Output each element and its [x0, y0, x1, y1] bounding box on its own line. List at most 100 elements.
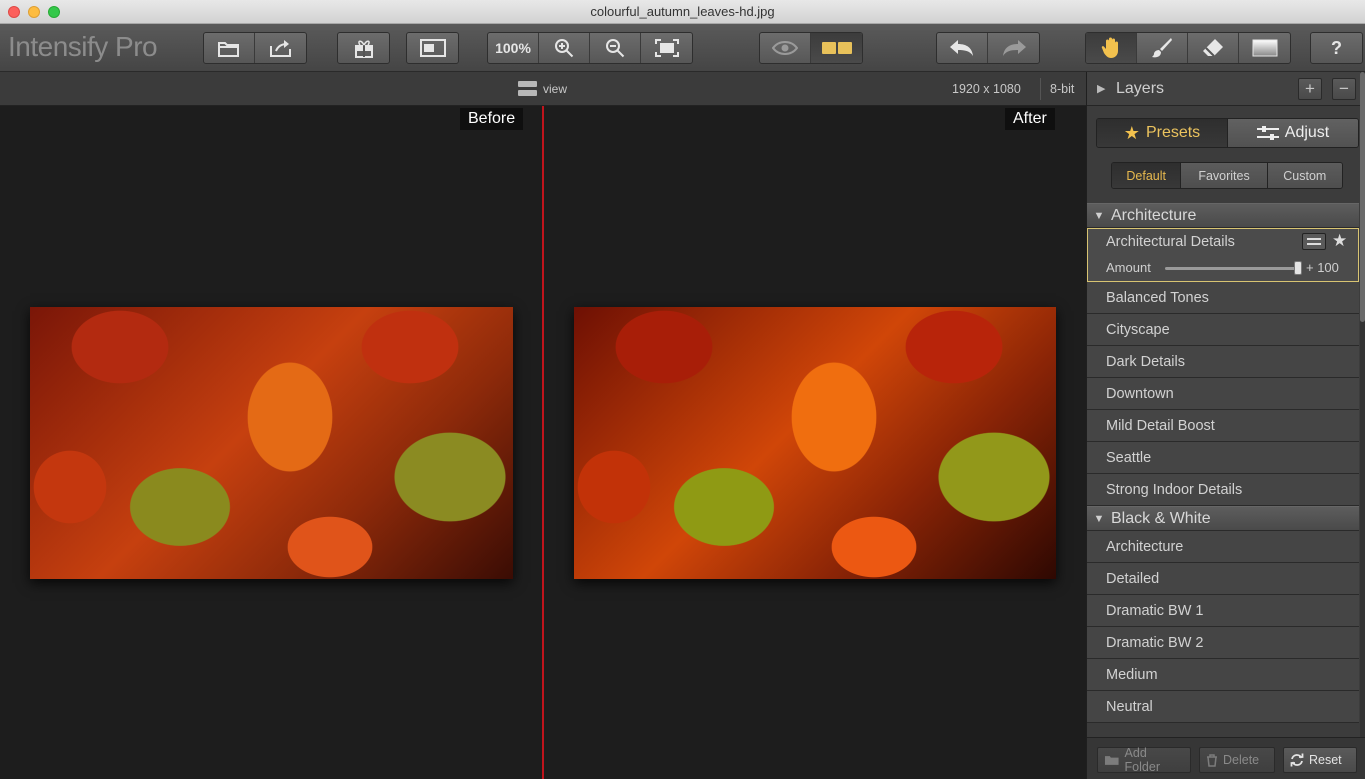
- gradient-icon: [1252, 39, 1277, 57]
- zoom-in-icon: [555, 39, 574, 58]
- gradient-tool-button[interactable]: [1239, 33, 1290, 63]
- preset-item[interactable]: Medium: [1087, 659, 1359, 691]
- share-button[interactable]: [255, 33, 306, 63]
- split-divider[interactable]: [542, 106, 544, 779]
- preview-button[interactable]: [760, 33, 811, 63]
- preset-item[interactable]: Balanced Tones: [1087, 282, 1359, 314]
- category-header-architecture[interactable]: ▼ Architecture: [1087, 203, 1359, 228]
- compare-button-group: [759, 32, 863, 64]
- image-canvas[interactable]: Before After: [0, 106, 1086, 779]
- split-view-button[interactable]: [811, 33, 862, 63]
- view-label: view: [543, 81, 568, 96]
- category-name: Architecture: [1111, 206, 1197, 224]
- scrollbar-thumb[interactable]: [1360, 72, 1365, 322]
- remove-layer-button[interactable]: −: [1332, 78, 1356, 100]
- zoom-out-button[interactable]: [590, 33, 641, 63]
- brush-tool-button[interactable]: [1137, 33, 1188, 63]
- tool-button-group: [1085, 32, 1291, 64]
- after-image: [574, 307, 1056, 579]
- tab-presets-label: Presets: [1145, 124, 1201, 141]
- tab-adjust-label: Adjust: [1284, 124, 1330, 141]
- open-icon: [218, 42, 239, 57]
- redo-icon: [1002, 40, 1026, 56]
- delete-button[interactable]: Delete: [1199, 747, 1275, 773]
- undo-icon: [950, 40, 973, 56]
- star-icon: ★: [1123, 122, 1140, 143]
- info-separator: [1040, 78, 1041, 100]
- tab-presets[interactable]: ★ Presets: [1097, 119, 1227, 147]
- layers-header[interactable]: ▶ Layers + −: [1087, 72, 1365, 106]
- window-title: colourful_autumn_leaves-hd.jpg: [590, 4, 775, 19]
- category-name: Black & White: [1111, 509, 1211, 527]
- eraser-icon: [1203, 39, 1223, 57]
- plus-icon: +: [1305, 79, 1315, 98]
- before-image: [30, 307, 513, 579]
- amount-label: Amount: [1106, 260, 1151, 275]
- refresh-icon: [1290, 753, 1304, 767]
- preset-settings-button[interactable]: [1302, 233, 1326, 250]
- fit-to-screen-button[interactable]: [641, 33, 692, 63]
- add-folder-button[interactable]: Add Folder: [1097, 746, 1191, 774]
- selected-preset-name: Architectural Details: [1106, 234, 1235, 250]
- zoom-100-button[interactable]: 100%: [488, 33, 539, 63]
- hand-tool-button[interactable]: [1086, 33, 1137, 63]
- preset-list-scrollbar[interactable]: [1360, 72, 1365, 737]
- panel-mode-tabs: ★ Presets Adjust: [1096, 118, 1359, 148]
- reset-button[interactable]: Reset: [1283, 747, 1357, 773]
- amount-slider-handle[interactable]: [1294, 261, 1302, 275]
- amount-value: + 100: [1306, 260, 1339, 275]
- help-button-group: ?: [1310, 32, 1363, 64]
- tab-adjust[interactable]: Adjust: [1227, 119, 1358, 147]
- preset-item[interactable]: Dark Details: [1087, 346, 1359, 378]
- share-icon: [269, 40, 291, 57]
- disclosure-down-icon: ▼: [1093, 209, 1105, 222]
- tab-custom[interactable]: Custom: [1266, 163, 1342, 188]
- eye-icon: [772, 41, 798, 55]
- open-button[interactable]: [204, 33, 255, 63]
- preset-list: ▼ Architecture Architectural Details ★ A…: [1087, 203, 1359, 737]
- zoom-in-button[interactable]: [539, 33, 590, 63]
- reset-label: Reset: [1309, 753, 1342, 767]
- tab-default[interactable]: Default: [1112, 163, 1181, 188]
- help-button[interactable]: ?: [1311, 33, 1362, 63]
- preset-item[interactable]: Neutral: [1087, 691, 1359, 723]
- sliders-icon: [1256, 126, 1279, 140]
- zoom-button-group: 100%: [487, 32, 693, 64]
- favorite-star-icon[interactable]: ★: [1332, 231, 1347, 251]
- app-logo: Intensify Pro: [8, 31, 158, 62]
- view-toggle-button[interactable]: view: [518, 81, 567, 96]
- redo-button[interactable]: [988, 33, 1039, 63]
- file-button-group: [203, 32, 307, 64]
- fit-icon: [654, 39, 679, 57]
- image-dimensions: 1920 x 1080: [952, 82, 1021, 96]
- title-bar: colourful_autumn_leaves-hd.jpg: [0, 0, 1365, 24]
- preset-item[interactable]: Strong Indoor Details: [1087, 474, 1359, 506]
- gift-button[interactable]: [338, 33, 389, 63]
- eraser-tool-button[interactable]: [1188, 33, 1239, 63]
- tab-favorites[interactable]: Favorites: [1180, 163, 1267, 188]
- trash-icon: [1207, 753, 1217, 767]
- preset-item[interactable]: Dramatic BW 1: [1087, 595, 1359, 627]
- preset-item[interactable]: Dramatic BW 2: [1087, 627, 1359, 659]
- preset-item[interactable]: Seattle: [1087, 442, 1359, 474]
- undo-button[interactable]: [937, 33, 988, 63]
- amount-slider-track[interactable]: [1165, 267, 1300, 270]
- after-label: After: [1005, 108, 1055, 130]
- disclosure-right-icon[interactable]: ▶: [1097, 82, 1105, 95]
- hand-icon: [1101, 37, 1118, 58]
- history-button-group: [936, 32, 1040, 64]
- view-layout-icon: [518, 81, 537, 96]
- delete-label: Delete: [1223, 753, 1260, 767]
- panel-bottom-bar: Add Folder Delete Reset: [1087, 737, 1365, 779]
- help-icon: ?: [1331, 37, 1342, 58]
- category-header-black-white[interactable]: ▼ Black & White: [1087, 506, 1359, 531]
- preset-item[interactable]: Architecture: [1087, 531, 1359, 563]
- preset-item[interactable]: Mild Detail Boost: [1087, 410, 1359, 442]
- preset-item[interactable]: Cityscape: [1087, 314, 1359, 346]
- add-layer-button[interactable]: +: [1298, 78, 1322, 100]
- single-view-button[interactable]: [407, 33, 458, 63]
- brush-icon: [1152, 38, 1172, 58]
- preset-item[interactable]: Downtown: [1087, 378, 1359, 410]
- preset-item[interactable]: Detailed: [1087, 563, 1359, 595]
- selected-preset[interactable]: Architectural Details ★ Amount + 100: [1087, 228, 1359, 282]
